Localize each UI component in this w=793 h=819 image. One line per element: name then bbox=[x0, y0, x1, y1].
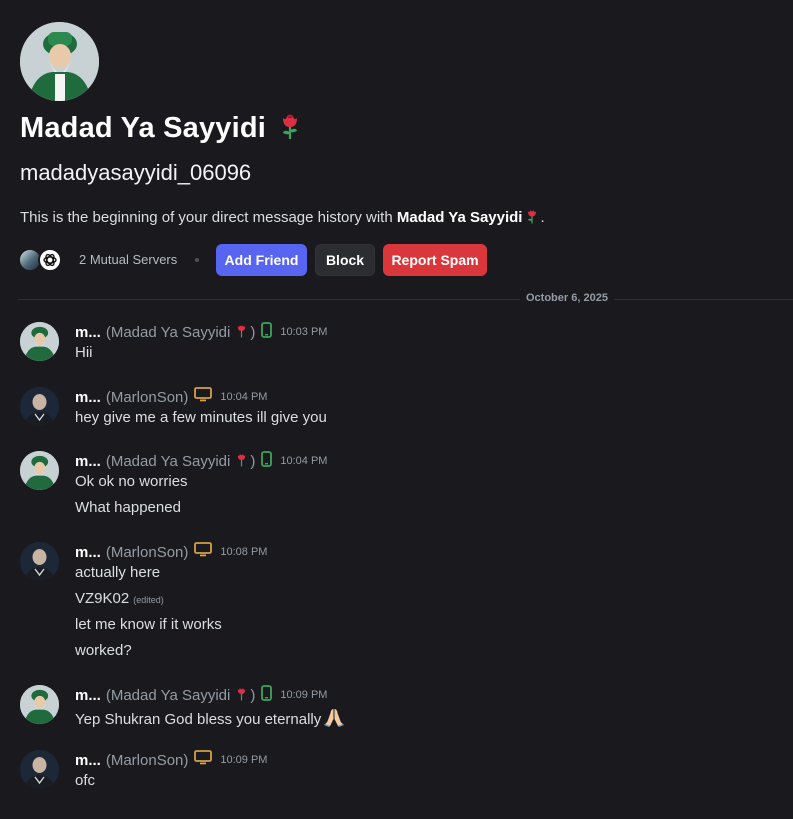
mutual-servers-link[interactable]: 2 Mutual Servers bbox=[79, 252, 177, 267]
author-name[interactable]: m... bbox=[75, 453, 101, 470]
desktop-icon bbox=[194, 750, 213, 770]
author-alias: (MarlonSon) bbox=[105, 543, 189, 561]
message-group[interactable]: m... (MarlonSon) 10:04 PM hey give me a … bbox=[20, 387, 780, 431]
author-alias: (Madad Ya Sayyidi) bbox=[105, 686, 256, 705]
avatar[interactable] bbox=[20, 750, 59, 789]
openai-server-icon bbox=[38, 248, 62, 272]
author-name[interactable]: m... bbox=[75, 687, 101, 704]
profile-avatar[interactable] bbox=[20, 22, 99, 101]
message-header: m... (Madad Ya Sayyidi) 10:04 PM bbox=[75, 450, 327, 472]
message-text: Yep Shukran God bless you eternally bbox=[75, 707, 345, 731]
profile-display-name: Madad Ya Sayyidi bbox=[20, 112, 300, 148]
rose-icon bbox=[236, 452, 247, 471]
timestamp[interactable]: 10:09 PM bbox=[220, 754, 267, 766]
date-divider-line bbox=[18, 299, 793, 300]
mobile-icon bbox=[261, 684, 273, 706]
message-text: Ok ok no worries bbox=[75, 473, 188, 490]
timestamp[interactable]: 10:04 PM bbox=[280, 455, 327, 467]
mutual-server-icons[interactable] bbox=[18, 248, 64, 272]
author-alias: (Madad Ya Sayyidi) bbox=[105, 323, 256, 342]
block-button[interactable]: Block bbox=[315, 244, 375, 276]
author-name[interactable]: m... bbox=[75, 324, 101, 341]
avatar[interactable] bbox=[20, 685, 59, 724]
author-name[interactable]: m... bbox=[75, 752, 101, 769]
message-text: worked? bbox=[75, 642, 132, 659]
message-text: actually here bbox=[75, 564, 161, 581]
message-header: m... (MarlonSon) 10:04 PM bbox=[75, 387, 267, 407]
rose-icon bbox=[526, 208, 538, 228]
message-header: m... (MarlonSon) 10:08 PM bbox=[75, 542, 267, 562]
author-name[interactable]: m... bbox=[75, 544, 101, 561]
avatar[interactable] bbox=[20, 451, 59, 490]
message-text: let me know if it works bbox=[75, 616, 222, 633]
timestamp[interactable]: 10:03 PM bbox=[280, 326, 327, 338]
timestamp[interactable]: 10:09 PM bbox=[280, 689, 327, 701]
message-group[interactable]: m... (MarlonSon) 10:08 PM actually here … bbox=[20, 542, 780, 664]
message-header: m... (Madad Ya Sayyidi) 10:09 PM bbox=[75, 684, 327, 706]
intro-name: Madad Ya Sayyidi bbox=[396, 209, 523, 226]
message-text: What happened bbox=[75, 499, 181, 516]
rose-icon bbox=[236, 323, 247, 342]
avatar[interactable] bbox=[20, 542, 59, 581]
message-text: Hii bbox=[75, 344, 93, 361]
report-spam-button[interactable]: Report Spam bbox=[383, 244, 487, 276]
message-group[interactable]: m... (MarlonSon) 10:09 PM ofc bbox=[20, 750, 780, 794]
author-alias: (Madad Ya Sayyidi) bbox=[105, 452, 256, 471]
mobile-icon bbox=[261, 321, 273, 343]
author-alias: (MarlonSon) bbox=[105, 388, 189, 406]
message-text: VZ9K02 (edited) bbox=[75, 590, 164, 607]
dm-channel: Madad Ya Sayyidi madadyasayyidi_06096 Th… bbox=[0, 0, 793, 819]
add-friend-button[interactable]: Add Friend bbox=[216, 244, 307, 276]
separator-dot bbox=[195, 258, 199, 262]
message-group[interactable]: m... (Madad Ya Sayyidi) 10:03 PM Hii bbox=[20, 321, 780, 366]
avatar[interactable] bbox=[20, 387, 59, 426]
message-header: m... (MarlonSon) 10:09 PM bbox=[75, 750, 267, 770]
profile-username: madadyasayyidi_06096 bbox=[20, 160, 252, 185]
message-text: hey give me a few minutes ill give you bbox=[75, 409, 327, 426]
author-alias: (MarlonSon) bbox=[105, 751, 189, 769]
message-text: ofc bbox=[75, 772, 96, 789]
dm-intro-text: This is the beginning of your direct mes… bbox=[20, 208, 545, 228]
desktop-icon bbox=[194, 387, 213, 407]
timestamp[interactable]: 10:04 PM bbox=[220, 391, 267, 403]
profile-actions: 2 Mutual Servers Add Friend Block Report… bbox=[18, 244, 718, 276]
mobile-icon bbox=[261, 450, 273, 472]
avatar[interactable] bbox=[20, 322, 59, 361]
timestamp[interactable]: 10:08 PM bbox=[220, 546, 267, 558]
date-divider: October 6, 2025 bbox=[520, 292, 614, 304]
edited-marker: (edited) bbox=[133, 595, 164, 605]
folded-hands-icon bbox=[323, 707, 345, 731]
desktop-icon bbox=[194, 542, 213, 562]
rose-icon bbox=[236, 686, 247, 705]
message-group[interactable]: m... (Madad Ya Sayyidi) 10:09 PM Yep Shu… bbox=[20, 684, 780, 731]
rose-icon bbox=[280, 112, 300, 148]
author-name[interactable]: m... bbox=[75, 389, 101, 406]
message-group[interactable]: m... (Madad Ya Sayyidi) 10:04 PM Ok ok n… bbox=[20, 450, 780, 521]
message-header: m... (Madad Ya Sayyidi) 10:03 PM bbox=[75, 321, 327, 343]
